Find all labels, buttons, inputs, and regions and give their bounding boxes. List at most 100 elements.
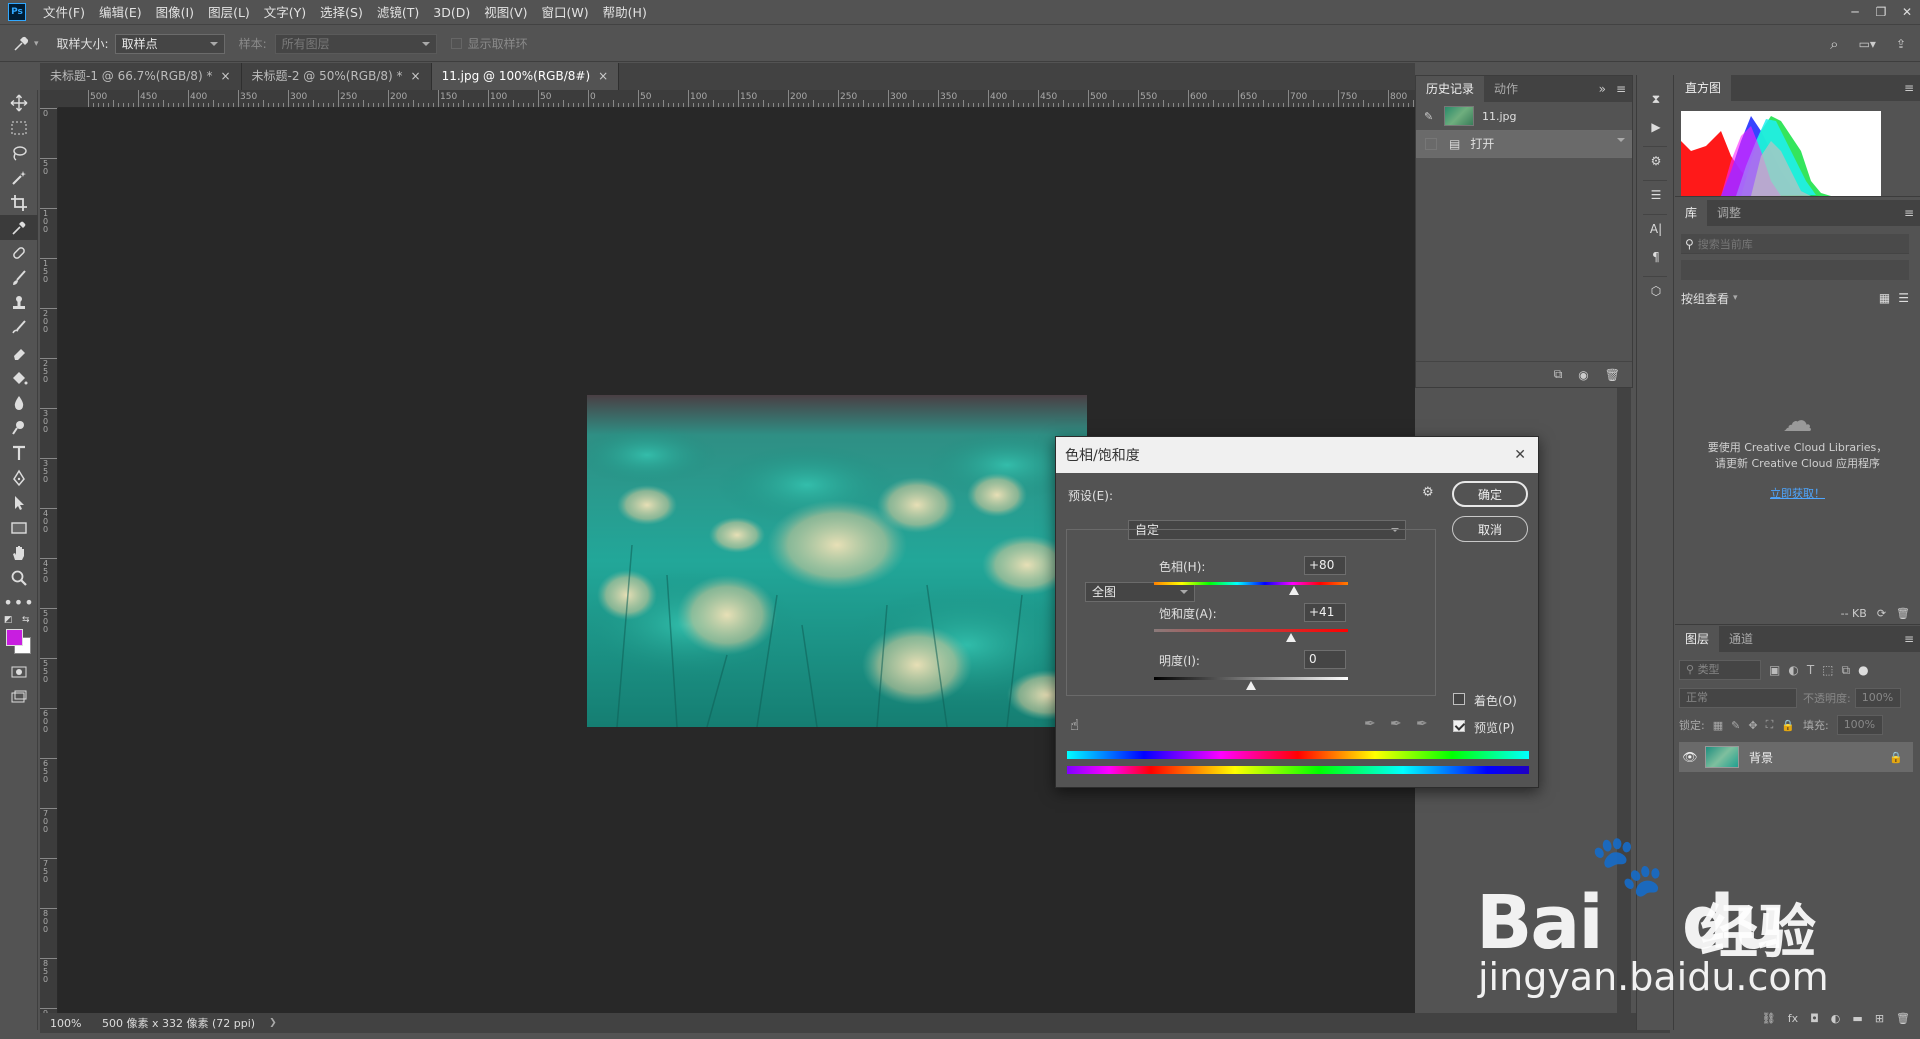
tab-layers[interactable]: 图层 <box>1675 626 1720 652</box>
layer-name[interactable]: 背景 <box>1749 749 1773 766</box>
blend-mode-select[interactable]: 正常 <box>1679 688 1797 708</box>
pen-tool-icon[interactable] <box>0 465 38 490</box>
tab-channels[interactable]: 通道 <box>1719 626 1763 652</box>
saturation-slider-track[interactable] <box>1154 629 1348 632</box>
chevron-down-icon[interactable]: ▾ <box>1733 293 1738 303</box>
menu-item[interactable]: 窗口(W) <box>535 0 596 25</box>
search-icon[interactable]: ⌕ <box>1830 35 1838 53</box>
library-search[interactable]: ⚲ 搜索当前库 <box>1681 234 1909 254</box>
eraser-tool-icon[interactable] <box>0 340 38 365</box>
menu-item[interactable]: 文字(Y) <box>257 0 313 25</box>
eyedropper-icon[interactable]: ✒ <box>1364 716 1376 732</box>
history-panel-icon[interactable]: ⧗ <box>1637 85 1675 113</box>
screen-mode-icon[interactable] <box>0 684 38 709</box>
sample-select[interactable]: 所有图层 <box>274 33 437 54</box>
filter-type-icon[interactable]: T <box>1807 663 1814 677</box>
history-item-open[interactable]: ▤ 打开 <box>1416 130 1632 158</box>
restore-icon[interactable]: ❐ <box>1868 2 1894 22</box>
dialog-title-bar[interactable]: 色相/饱和度 ✕ <box>1056 437 1538 473</box>
properties-panel-icon[interactable]: ⚙ <box>1637 147 1675 175</box>
history-source-checkbox[interactable] <box>1425 138 1437 150</box>
actions-panel-icon[interactable]: ▶ <box>1637 113 1675 141</box>
new-document-from-state-icon[interactable]: ⧉ <box>1554 367 1563 382</box>
hue-slider-track[interactable] <box>1154 582 1348 585</box>
preset-options-gear-icon[interactable]: ⚙ <box>1422 485 1434 500</box>
library-select[interactable] <box>1681 260 1909 280</box>
zoom-tool-icon[interactable] <box>0 565 38 590</box>
preview-checkbox[interactable] <box>1453 720 1465 732</box>
filter-shape-icon[interactable]: ⬚ <box>1822 663 1833 677</box>
brush-tool-icon[interactable] <box>0 265 38 290</box>
tab-history[interactable]: 历史记录 <box>1416 76 1485 102</box>
fill-input[interactable]: 100% <box>1836 715 1883 735</box>
menu-item[interactable]: 滤镜(T) <box>370 0 426 25</box>
new-adjustment-layer-icon[interactable]: ◐ <box>1831 1012 1841 1025</box>
subtract-from-sample-eyedropper-icon[interactable]: ✒ <box>1416 716 1428 732</box>
menu-item[interactable]: 视图(V) <box>477 0 534 25</box>
sync-icon[interactable]: ⟳ <box>1877 607 1886 620</box>
tab-actions[interactable]: 动作 <box>1484 76 1528 102</box>
add-to-sample-eyedropper-icon[interactable]: ✒ <box>1390 716 1402 732</box>
hue-input[interactable]: +80 <box>1304 556 1346 575</box>
filter-toggle-icon[interactable]: ● <box>1858 663 1868 677</box>
grid-view-icon[interactable]: ▦ <box>1879 291 1890 305</box>
eyedropper-tool-preset-icon[interactable]: ▾ <box>12 35 39 53</box>
saturation-input[interactable]: +41 <box>1304 603 1346 622</box>
filter-pixel-icon[interactable]: ▣ <box>1769 663 1780 677</box>
move-tool-icon[interactable] <box>0 90 38 115</box>
add-mask-icon[interactable]: ◘ <box>1810 1012 1819 1025</box>
camera-icon[interactable]: ◉ <box>1578 368 1588 382</box>
lightness-slider-track[interactable] <box>1154 677 1348 680</box>
swap-colors-icon[interactable]: ⇆ <box>22 615 30 625</box>
link-layers-icon[interactable]: ⛓ <box>1762 1012 1776 1025</box>
panel-menu-icon[interactable]: ≡ <box>1616 82 1626 96</box>
visibility-eye-icon[interactable]: 👁 <box>1679 750 1701 764</box>
close-tab-icon[interactable]: × <box>220 69 230 83</box>
quick-mask-icon[interactable] <box>0 659 38 684</box>
lock-transparent-icon[interactable]: ▦ <box>1713 719 1723 732</box>
saturation-slider-thumb[interactable] <box>1285 633 1296 642</box>
menu-item[interactable]: 图层(L) <box>201 0 257 25</box>
view-by-group-label[interactable]: 按组查看 <box>1681 290 1729 307</box>
delete-layer-icon[interactable]: 🗑 <box>1896 1012 1910 1025</box>
clone-source-panel-icon[interactable]: ☰ <box>1637 181 1675 209</box>
status-menu-arrow[interactable]: ❯ <box>269 1018 277 1028</box>
3d-panel-icon[interactable]: ⬡ <box>1637 277 1675 305</box>
menu-item[interactable]: 帮助(H) <box>596 0 654 25</box>
close-window-icon[interactable]: ✕ <box>1894 2 1920 22</box>
colorize-checkbox[interactable] <box>1453 693 1465 705</box>
lightness-slider-thumb[interactable] <box>1246 681 1256 690</box>
lock-pixels-icon[interactable]: ✎ <box>1731 719 1740 732</box>
minimize-icon[interactable]: ─ <box>1842 2 1868 22</box>
tab-libraries[interactable]: 库 <box>1675 200 1708 226</box>
filter-adjustment-icon[interactable]: ◐ <box>1788 663 1798 677</box>
paint-bucket-tool-icon[interactable] <box>0 365 38 390</box>
magic-wand-tool-icon[interactable] <box>0 165 38 190</box>
clone-stamp-tool-icon[interactable] <box>0 290 38 315</box>
panel-menu-icon[interactable]: ≡ <box>1904 632 1914 646</box>
get-now-link[interactable]: 立即获取！ <box>1675 485 1920 501</box>
lock-position-icon[interactable]: ✥ <box>1748 719 1757 732</box>
targeted-adjustment-hand-icon[interactable]: ☝ <box>1070 716 1079 734</box>
path-selection-tool-icon[interactable] <box>0 490 38 515</box>
new-group-icon[interactable]: ▬ <box>1852 1012 1862 1025</box>
layer-filter-select[interactable]: ⚲ 类型 <box>1679 660 1761 680</box>
lightness-input[interactable]: 0 <box>1304 650 1346 669</box>
ruler-origin[interactable] <box>40 90 58 108</box>
sample-size-select[interactable]: 取样点 <box>114 33 225 54</box>
library-search-input[interactable]: 搜索当前库 <box>1698 236 1753 252</box>
hand-tool-icon[interactable] <box>0 540 38 565</box>
lock-artboard-icon[interactable]: ⛶ <box>1766 718 1774 732</box>
share-icon[interactable]: ⇪ <box>1896 37 1906 51</box>
layer-row-background[interactable]: 👁 背景 🔒 <box>1679 742 1913 772</box>
opacity-input[interactable]: 100% <box>1854 688 1901 708</box>
trash-icon[interactable]: 🗑 <box>1896 607 1910 620</box>
menu-item[interactable]: 文件(F) <box>36 0 92 25</box>
tab-document-3[interactable]: 11.jpg @ 100%(RGB/8#) × <box>431 63 620 90</box>
ok-button[interactable]: 确定 <box>1452 481 1528 507</box>
eyedropper-tool-icon[interactable] <box>0 215 38 240</box>
dodge-tool-icon[interactable] <box>0 415 38 440</box>
menu-item[interactable]: 编辑(E) <box>92 0 149 25</box>
blur-tool-icon[interactable] <box>0 390 38 415</box>
crop-tool-icon[interactable] <box>0 190 38 215</box>
